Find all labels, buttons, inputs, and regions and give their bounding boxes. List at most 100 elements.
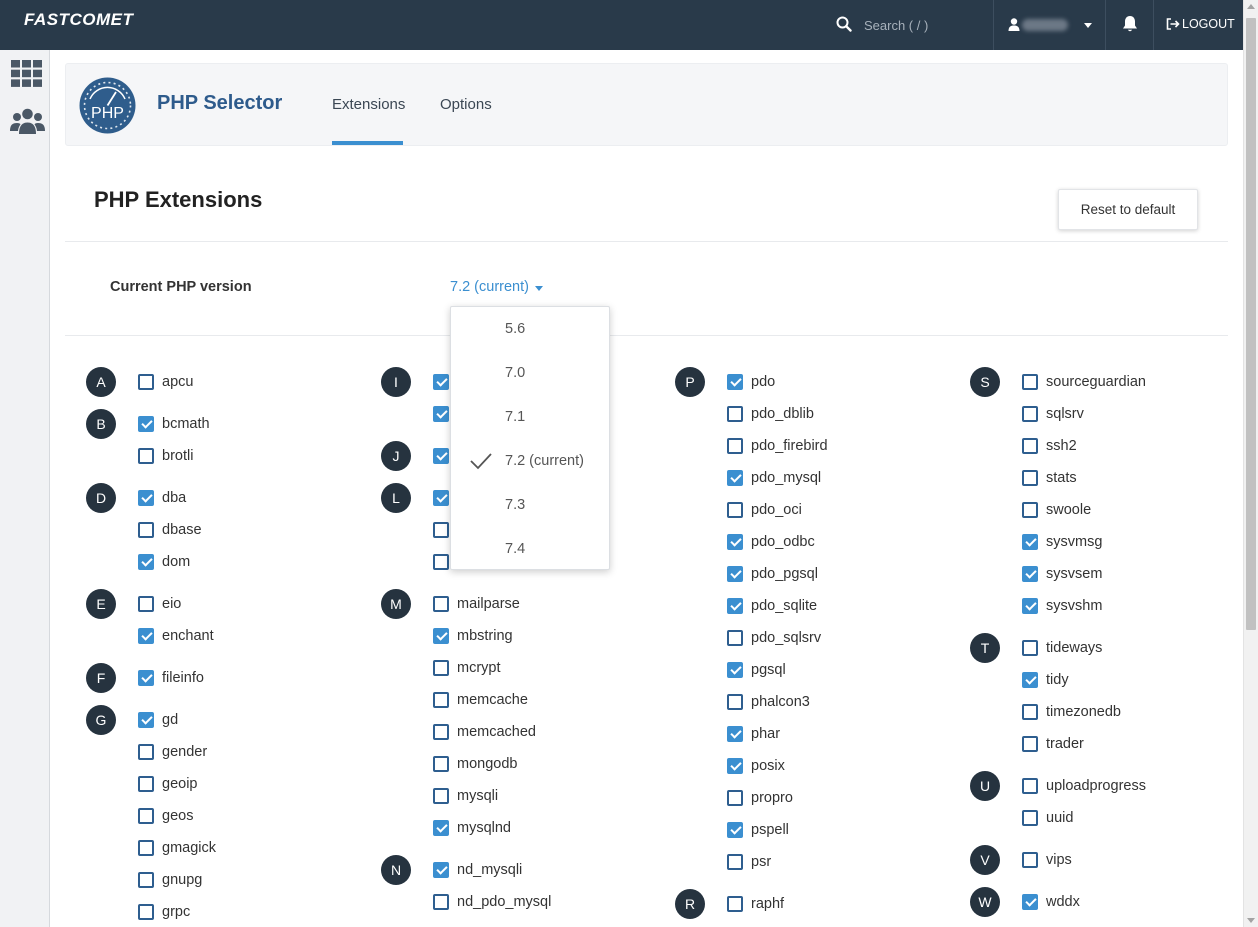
checkbox-unchecked[interactable] <box>138 904 154 920</box>
extension-item[interactable]: swoole <box>1022 500 1091 520</box>
extension-item[interactable]: tidy <box>1022 670 1069 690</box>
checkbox-checked[interactable] <box>727 598 743 614</box>
extension-item[interactable]: vips <box>1022 850 1072 870</box>
checkbox-unchecked[interactable] <box>433 724 449 740</box>
users-icon[interactable] <box>10 108 45 135</box>
extension-item[interactable]: raphf <box>727 894 784 914</box>
scroll-up-arrow-icon[interactable] <box>1247 4 1255 9</box>
extension-item[interactable]: geos <box>138 806 193 826</box>
checkbox-checked[interactable] <box>433 406 449 422</box>
extension-item[interactable]: pdo_dblib <box>727 404 814 424</box>
extension-item[interactable]: sysvmsg <box>1022 532 1102 552</box>
checkbox-unchecked[interactable] <box>138 448 154 464</box>
checkbox-checked[interactable] <box>1022 598 1038 614</box>
checkbox-unchecked[interactable] <box>727 630 743 646</box>
checkbox-unchecked[interactable] <box>433 554 449 570</box>
reset-to-default-button[interactable]: Reset to default <box>1058 189 1198 230</box>
checkbox-checked[interactable] <box>1022 894 1038 910</box>
extension-item[interactable]: sqlsrv <box>1022 404 1084 424</box>
extension-item[interactable]: pdo_firebird <box>727 436 828 456</box>
checkbox-checked[interactable] <box>727 374 743 390</box>
checkbox-checked[interactable] <box>433 490 449 506</box>
search-input[interactable] <box>864 16 984 34</box>
checkbox-unchecked[interactable] <box>727 694 743 710</box>
extension-item[interactable]: mcrypt <box>433 658 501 678</box>
checkbox-checked[interactable] <box>433 862 449 878</box>
checkbox-unchecked[interactable] <box>1022 374 1038 390</box>
checkbox-unchecked[interactable] <box>1022 502 1038 518</box>
scrollbar-thumb[interactable] <box>1246 18 1256 630</box>
extension-item[interactable]: nd_mysqli <box>433 860 522 880</box>
extension-item[interactable]: dbase <box>138 520 202 540</box>
version-select[interactable]: 7.2 (current) <box>450 279 543 295</box>
checkbox-unchecked[interactable] <box>138 596 154 612</box>
extension-item[interactable]: gnupg <box>138 870 202 890</box>
extension-item[interactable]: pgsql <box>727 660 786 680</box>
checkbox-unchecked[interactable] <box>727 790 743 806</box>
checkbox-unchecked[interactable] <box>433 522 449 538</box>
extension-item[interactable]: grpc <box>138 902 190 922</box>
checkbox-checked[interactable] <box>727 534 743 550</box>
tab-options[interactable]: Options <box>440 96 492 146</box>
checkbox-checked[interactable] <box>727 566 743 582</box>
brand-logo[interactable]: FASTCOMET <box>24 10 133 30</box>
checkbox-unchecked[interactable] <box>138 776 154 792</box>
extension-item[interactable]: propro <box>727 788 793 808</box>
checkbox-checked[interactable] <box>433 628 449 644</box>
checkbox-checked[interactable] <box>727 470 743 486</box>
extension-item[interactable]: stats <box>1022 468 1077 488</box>
extension-item[interactable]: memcached <box>433 722 536 742</box>
extension-item[interactable]: pdo_sqlite <box>727 596 817 616</box>
checkbox-checked[interactable] <box>138 554 154 570</box>
version-option[interactable]: 5.6 <box>451 307 609 351</box>
checkbox-checked[interactable] <box>727 822 743 838</box>
extension-item[interactable]: timezonedb <box>1022 702 1121 722</box>
checkbox-unchecked[interactable] <box>433 788 449 804</box>
scroll-down-arrow-icon[interactable] <box>1247 918 1255 923</box>
extension-item[interactable]: dom <box>138 552 190 572</box>
extension-item[interactable]: posix <box>727 756 785 776</box>
tab-extensions[interactable]: Extensions <box>332 96 405 146</box>
checkbox-unchecked[interactable] <box>433 596 449 612</box>
extension-item[interactable]: pdo_oci <box>727 500 802 520</box>
checkbox-checked[interactable] <box>1022 672 1038 688</box>
extension-item[interactable]: mailparse <box>433 594 520 614</box>
extension-item[interactable]: sourceguardian <box>1022 372 1146 392</box>
extension-item[interactable]: pspell <box>727 820 789 840</box>
checkbox-unchecked[interactable] <box>138 744 154 760</box>
checkbox-checked[interactable] <box>433 820 449 836</box>
extension-item[interactable]: mysqli <box>433 786 498 806</box>
checkbox-unchecked[interactable] <box>138 872 154 888</box>
checkbox-unchecked[interactable] <box>1022 640 1038 656</box>
checkbox-unchecked[interactable] <box>1022 810 1038 826</box>
version-option[interactable]: 7.1 <box>451 395 609 439</box>
extension-item[interactable]: memcache <box>433 690 528 710</box>
checkbox-checked[interactable] <box>727 726 743 742</box>
extension-item[interactable]: pdo_sqlsrv <box>727 628 821 648</box>
checkbox-unchecked[interactable] <box>727 896 743 912</box>
extension-item[interactable]: gender <box>138 742 207 762</box>
extension-item[interactable]: uuid <box>1022 808 1073 828</box>
checkbox-unchecked[interactable] <box>1022 704 1038 720</box>
checkbox-checked[interactable] <box>727 758 743 774</box>
extension-item[interactable]: eio <box>138 594 181 614</box>
checkbox-checked[interactable] <box>138 628 154 644</box>
extension-item[interactable]: mbstring <box>433 626 513 646</box>
checkbox-checked[interactable] <box>433 448 449 464</box>
extension-item[interactable]: pdo <box>727 372 775 392</box>
user-menu[interactable] <box>994 0 1104 50</box>
checkbox-unchecked[interactable] <box>138 522 154 538</box>
version-option[interactable]: 7.0 <box>451 351 609 395</box>
checkbox-unchecked[interactable] <box>727 406 743 422</box>
extension-item[interactable]: uploadprogress <box>1022 776 1146 796</box>
checkbox-unchecked[interactable] <box>727 438 743 454</box>
page-scrollbar[interactable] <box>1243 0 1258 927</box>
checkbox-unchecked[interactable] <box>433 660 449 676</box>
bell-icon[interactable] <box>1122 15 1138 33</box>
extension-item[interactable]: sysvsem <box>1022 564 1102 584</box>
extension-item[interactable]: phar <box>727 724 780 744</box>
extension-item[interactable]: phalcon3 <box>727 692 810 712</box>
search-box[interactable] <box>836 14 986 36</box>
checkbox-unchecked[interactable] <box>433 756 449 772</box>
checkbox-unchecked[interactable] <box>1022 852 1038 868</box>
